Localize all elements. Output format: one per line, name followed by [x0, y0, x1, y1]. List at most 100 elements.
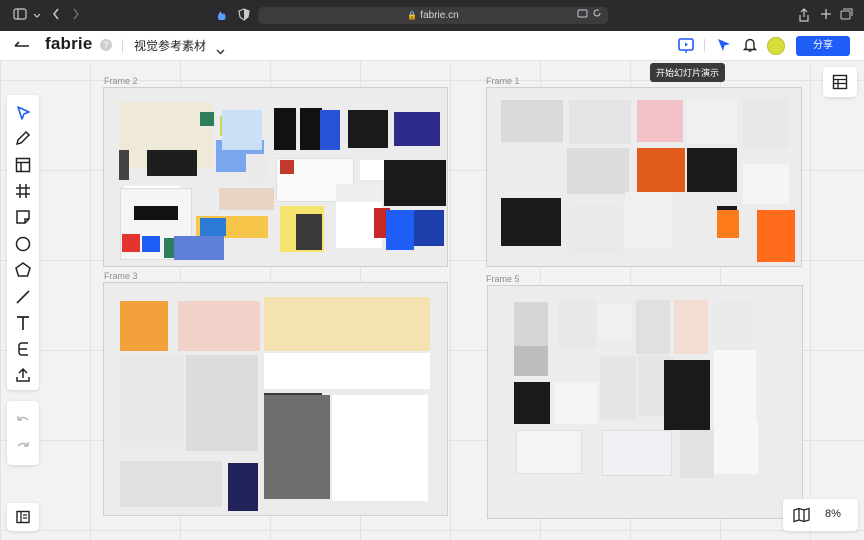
reload-icon[interactable]	[592, 7, 602, 24]
frame-label[interactable]: Frame 3	[104, 271, 138, 281]
thumbnail[interactable]	[714, 300, 754, 356]
thumbnail[interactable]	[120, 355, 184, 447]
help-icon[interactable]: ?	[100, 39, 112, 51]
thumbnail[interactable]	[200, 112, 214, 126]
thumbnail[interactable]	[174, 236, 224, 260]
thumbnail[interactable]	[757, 210, 795, 262]
thumbnail[interactable]	[200, 218, 226, 236]
thumbnail[interactable]	[567, 148, 629, 194]
thumbnail[interactable]	[714, 350, 756, 420]
thumbnail[interactable]	[134, 206, 178, 220]
thumbnail[interactable]	[384, 160, 446, 206]
zoom-level[interactable]: 8%	[825, 508, 841, 520]
frame-5[interactable]	[487, 285, 803, 519]
avatar[interactable]	[767, 37, 785, 55]
frame-label[interactable]: Frame 5	[486, 274, 520, 284]
thumbnail[interactable]	[122, 234, 140, 252]
thumbnail[interactable]	[394, 112, 440, 146]
thumbnail[interactable]	[514, 382, 550, 424]
thumbnail[interactable]	[569, 206, 623, 254]
thumbnail[interactable]	[501, 148, 561, 192]
thumbnail[interactable]	[360, 160, 384, 180]
thumbnail[interactable]	[558, 300, 596, 348]
sidebar-icon[interactable]	[12, 8, 28, 22]
thumbnail[interactable]	[228, 463, 258, 511]
thumbnail[interactable]	[554, 382, 598, 424]
thumbnail[interactable]	[120, 301, 168, 351]
chevron-down-icon[interactable]	[29, 8, 45, 22]
thumbnail[interactable]	[274, 108, 296, 150]
thumbnail[interactable]	[516, 430, 582, 474]
plus-icon[interactable]	[818, 8, 834, 22]
logo[interactable]: fabrie	[45, 34, 93, 54]
thumbnail[interactable]	[677, 194, 717, 242]
thumbnail[interactable]	[501, 198, 561, 246]
chevron-down-icon[interactable]	[216, 42, 225, 60]
thumbnail[interactable]	[598, 304, 632, 340]
thumbnail[interactable]	[636, 300, 670, 354]
thumbnail[interactable]	[717, 210, 739, 238]
forward-icon[interactable]	[68, 8, 84, 22]
tabs-icon[interactable]	[577, 7, 588, 24]
circle-icon[interactable]	[13, 234, 33, 254]
frame-2[interactable]	[103, 87, 448, 267]
thumbnail[interactable]	[300, 108, 322, 150]
address-bar[interactable]: 🔒 fabrie.cn	[258, 7, 608, 24]
thumbnail[interactable]	[119, 150, 129, 180]
thumbnail[interactable]	[674, 300, 708, 354]
thumbnail[interactable]	[178, 301, 260, 351]
frame-icon[interactable]	[13, 155, 33, 175]
cursor-icon[interactable]	[716, 37, 732, 58]
tab-overview-icon[interactable]	[838, 8, 854, 22]
menu-icon[interactable]	[14, 39, 30, 57]
thumbnail[interactable]	[743, 98, 789, 148]
redo-icon[interactable]	[13, 437, 33, 457]
thumbnail[interactable]	[222, 110, 262, 150]
thumbnail[interactable]	[637, 100, 683, 142]
thumbnail[interactable]	[320, 110, 340, 150]
thumbnail[interactable]	[120, 461, 222, 507]
pen-icon[interactable]	[13, 128, 33, 148]
thumbnail[interactable]	[386, 210, 414, 250]
outline-button[interactable]	[7, 503, 39, 531]
frame-label[interactable]: Frame 2	[104, 76, 138, 86]
project-title[interactable]: 视觉参考素材	[134, 37, 206, 54]
thumbnail[interactable]	[348, 110, 388, 148]
bell-icon[interactable]	[742, 37, 758, 58]
frame-1[interactable]	[486, 87, 802, 267]
thumbnail[interactable]	[142, 236, 160, 252]
select-icon[interactable]	[13, 103, 33, 123]
thumbnail[interactable]	[414, 210, 444, 246]
thumbnail[interactable]	[637, 148, 685, 192]
thumbnail[interactable]	[501, 100, 563, 142]
thumbnail[interactable]	[296, 214, 322, 250]
grid-icon[interactable]	[13, 181, 33, 201]
thumbnail[interactable]	[186, 355, 258, 451]
note-icon[interactable]	[13, 207, 33, 227]
frame-3[interactable]	[103, 282, 448, 516]
upload-icon[interactable]	[13, 365, 33, 385]
thumbnail[interactable]	[743, 164, 789, 204]
thumbnail[interactable]	[687, 100, 737, 144]
thumbnail[interactable]	[264, 297, 430, 351]
thumbnail[interactable]	[600, 356, 636, 420]
thumbnail[interactable]	[680, 430, 714, 478]
thumbnail[interactable]	[714, 418, 758, 474]
thumbnail[interactable]	[687, 148, 737, 192]
back-icon[interactable]	[48, 8, 64, 22]
share-icon[interactable]	[796, 8, 812, 22]
share-button[interactable]: 分享	[796, 36, 850, 56]
thumbnail[interactable]	[219, 188, 274, 210]
thumbnail[interactable]	[602, 430, 672, 476]
thumbnail[interactable]	[280, 160, 294, 174]
privacy-icon[interactable]	[214, 8, 230, 22]
thumbnail[interactable]	[514, 346, 548, 376]
pentagon-icon[interactable]	[13, 260, 33, 280]
thumbnail[interactable]	[264, 353, 430, 389]
presentation-icon[interactable]	[677, 37, 695, 60]
thumbnail[interactable]	[332, 395, 428, 501]
thumbnail[interactable]	[147, 150, 197, 176]
thumbnail[interactable]	[264, 395, 330, 499]
map-icon[interactable]	[793, 507, 810, 528]
connector-icon[interactable]	[13, 339, 33, 359]
